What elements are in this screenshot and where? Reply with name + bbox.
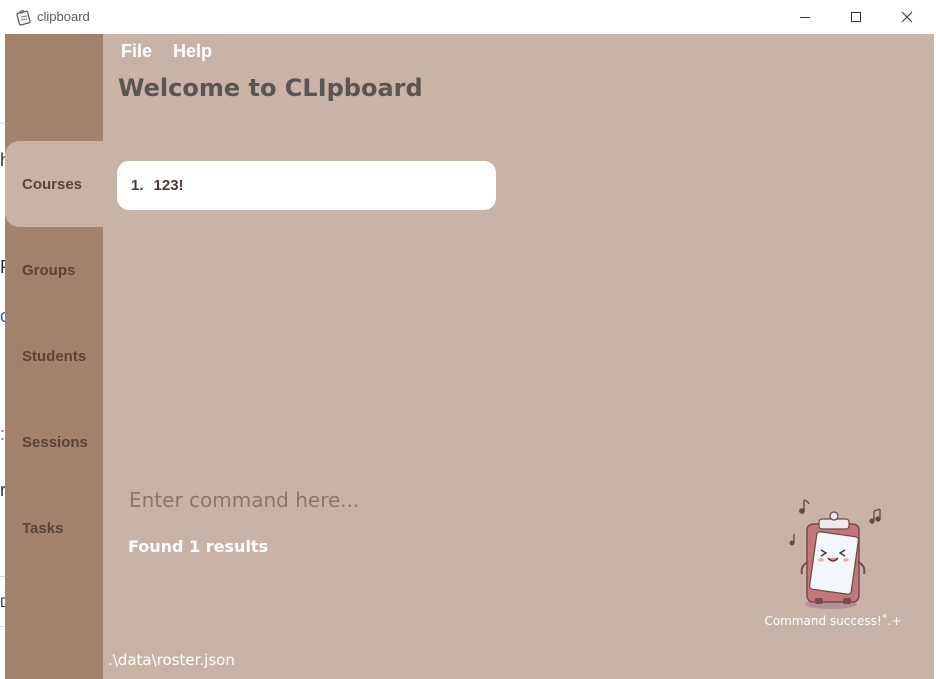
list-item-name: 123! [153, 177, 184, 194]
clipboard-mascot-icon [781, 494, 887, 614]
result-message: Found 1 results [128, 537, 269, 556]
clipboard-app-icon [15, 8, 33, 26]
menu-bar: File Help [121, 41, 212, 62]
sidebar-item-label: Sessions [22, 433, 88, 451]
close-button[interactable] [884, 0, 930, 34]
list-item[interactable]: 1. 123! [117, 161, 496, 210]
page-title: Welcome to CLIpboard [118, 74, 423, 102]
app-window: Courses Groups Students Sessions Tasks F… [5, 34, 934, 679]
title-bar[interactable]: clipboard [5, 0, 936, 34]
sidebar: Courses Groups Students Sessions Tasks [5, 34, 103, 679]
window-title: clipboard [37, 9, 90, 24]
sidebar-item-courses[interactable]: Courses [5, 141, 103, 227]
minimize-button[interactable] [782, 0, 828, 34]
sidebar-item-students[interactable]: Students [5, 313, 103, 399]
sidebar-item-sessions[interactable]: Sessions [5, 399, 103, 485]
sidebar-item-label: Groups [22, 261, 76, 279]
command-input[interactable] [125, 480, 733, 520]
menu-help[interactable]: Help [173, 41, 212, 62]
sidebar-item-label: Students [22, 347, 87, 365]
list-item-index: 1. [131, 177, 144, 194]
menu-file[interactable]: File [121, 41, 152, 62]
sidebar-item-groups[interactable]: Groups [5, 227, 103, 313]
sidebar-item-label: Tasks [22, 519, 64, 537]
sidebar-item-tasks[interactable]: Tasks [5, 485, 103, 571]
status-file-path: .\data\roster.json [108, 651, 235, 669]
maximize-button[interactable] [833, 0, 879, 34]
close-icon [901, 8, 913, 27]
minimize-icon [799, 8, 811, 27]
maximize-icon [850, 8, 862, 27]
sidebar-item-label: Courses [22, 175, 83, 193]
success-caption: Command success!˚.+ [764, 614, 902, 628]
